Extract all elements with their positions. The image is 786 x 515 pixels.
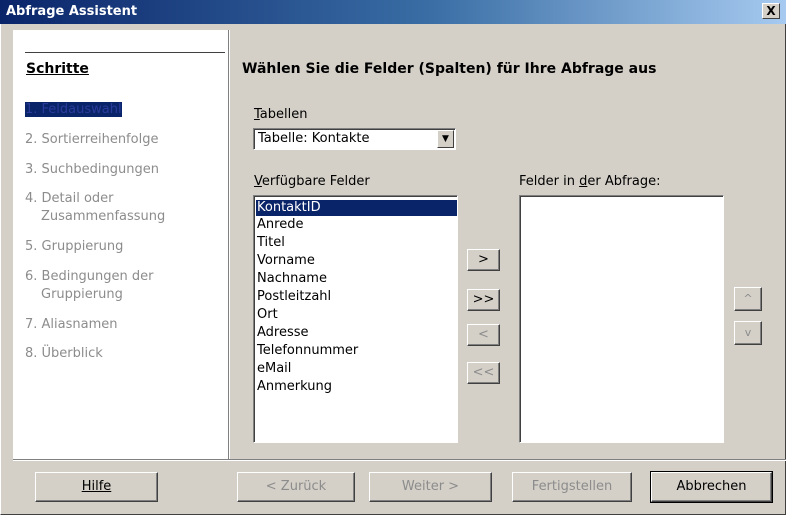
list-item[interactable]: eMail (257, 361, 291, 377)
remove-all-fields-button[interactable]: << (467, 362, 500, 384)
step-4-detail-cont[interactable]: Zusammenfassung (41, 208, 165, 226)
available-fields-list[interactable]: KontaktID Anrede Titel Vorname Nachname … (253, 195, 458, 443)
steps-rule (25, 52, 225, 53)
finish-button[interactable]: Fertigstellen (512, 472, 632, 502)
step-3-suchbedingungen[interactable]: 3. Suchbedingungen (25, 161, 159, 179)
tables-label: Tabellen (254, 107, 307, 122)
step-1-feldauswahl[interactable]: 1. Feldauswahl (25, 101, 122, 119)
footer-divider (13, 459, 786, 461)
dropdown-arrow-icon[interactable]: ▼ (437, 130, 454, 148)
step-7-aliasnamen[interactable]: 7. Aliasnamen (25, 316, 118, 334)
tables-dropdown-value: Tabelle: Kontakte (258, 131, 370, 146)
step-label: 1. Feldauswahl (25, 102, 122, 117)
page-heading: Wählen Sie die Felder (Spalten) für Ihre… (242, 61, 657, 77)
window-title: Abfrage Assistent (6, 4, 138, 19)
step-6-bedingungen-cont[interactable]: Gruppierung (41, 286, 123, 304)
query-fields-label: Felder in der Abfrage: (519, 174, 661, 189)
move-down-button[interactable]: v (734, 321, 762, 345)
cancel-button[interactable]: Abbrechen (650, 471, 773, 503)
list-item[interactable]: Telefonnummer (257, 343, 358, 359)
steps-title: Schritte (26, 61, 89, 77)
list-item[interactable]: Nachname (257, 271, 327, 287)
move-up-button[interactable]: ^ (734, 287, 762, 311)
vertical-divider (228, 30, 230, 460)
query-label-b: er Abfrage: (587, 174, 661, 189)
step-4-detail[interactable]: 4. Detail oder (25, 190, 114, 208)
query-label-a: Felder in (519, 174, 580, 189)
tables-dropdown[interactable]: Tabelle: Kontakte ▼ (253, 128, 456, 150)
step-5-gruppierung[interactable]: 5. Gruppierung (25, 238, 123, 256)
list-item[interactable]: Ort (257, 307, 278, 323)
tables-label-rest: abellen (259, 107, 308, 122)
list-item[interactable]: Vorname (257, 253, 315, 269)
remove-field-button[interactable]: < (467, 324, 500, 346)
list-item[interactable]: Titel (257, 235, 285, 251)
step-8-ueberblick[interactable]: 8. Überblick (25, 345, 103, 363)
list-item[interactable]: Anrede (257, 217, 303, 233)
window-titlebar: Abfrage Assistent X (0, 0, 786, 24)
next-button[interactable]: Weiter > (369, 472, 492, 502)
available-fields-label: Verfügbare Felder (254, 174, 370, 189)
list-item[interactable]: Adresse (257, 325, 309, 341)
available-label-rest: erfügbare Felder (261, 174, 370, 189)
back-button[interactable]: < Zurück (237, 472, 355, 502)
step-2-sortierreihenfolge[interactable]: 2. Sortierreihenfolge (25, 131, 158, 149)
query-fields-list[interactable] (519, 195, 724, 443)
step-6-bedingungen[interactable]: 6. Bedingungen der (25, 268, 154, 286)
add-field-button[interactable]: > (467, 249, 500, 271)
list-item[interactable]: KontaktID (256, 200, 457, 216)
list-item[interactable]: Anmerkung (257, 379, 332, 395)
add-all-fields-button[interactable]: >> (467, 289, 500, 311)
help-button[interactable]: Hilfe (35, 472, 158, 502)
available-label-mnemonic: V (254, 174, 262, 189)
list-item[interactable]: Postleitzahl (257, 289, 331, 305)
help-button-label: Hilfe (81, 479, 112, 494)
close-button[interactable]: X (762, 3, 780, 19)
